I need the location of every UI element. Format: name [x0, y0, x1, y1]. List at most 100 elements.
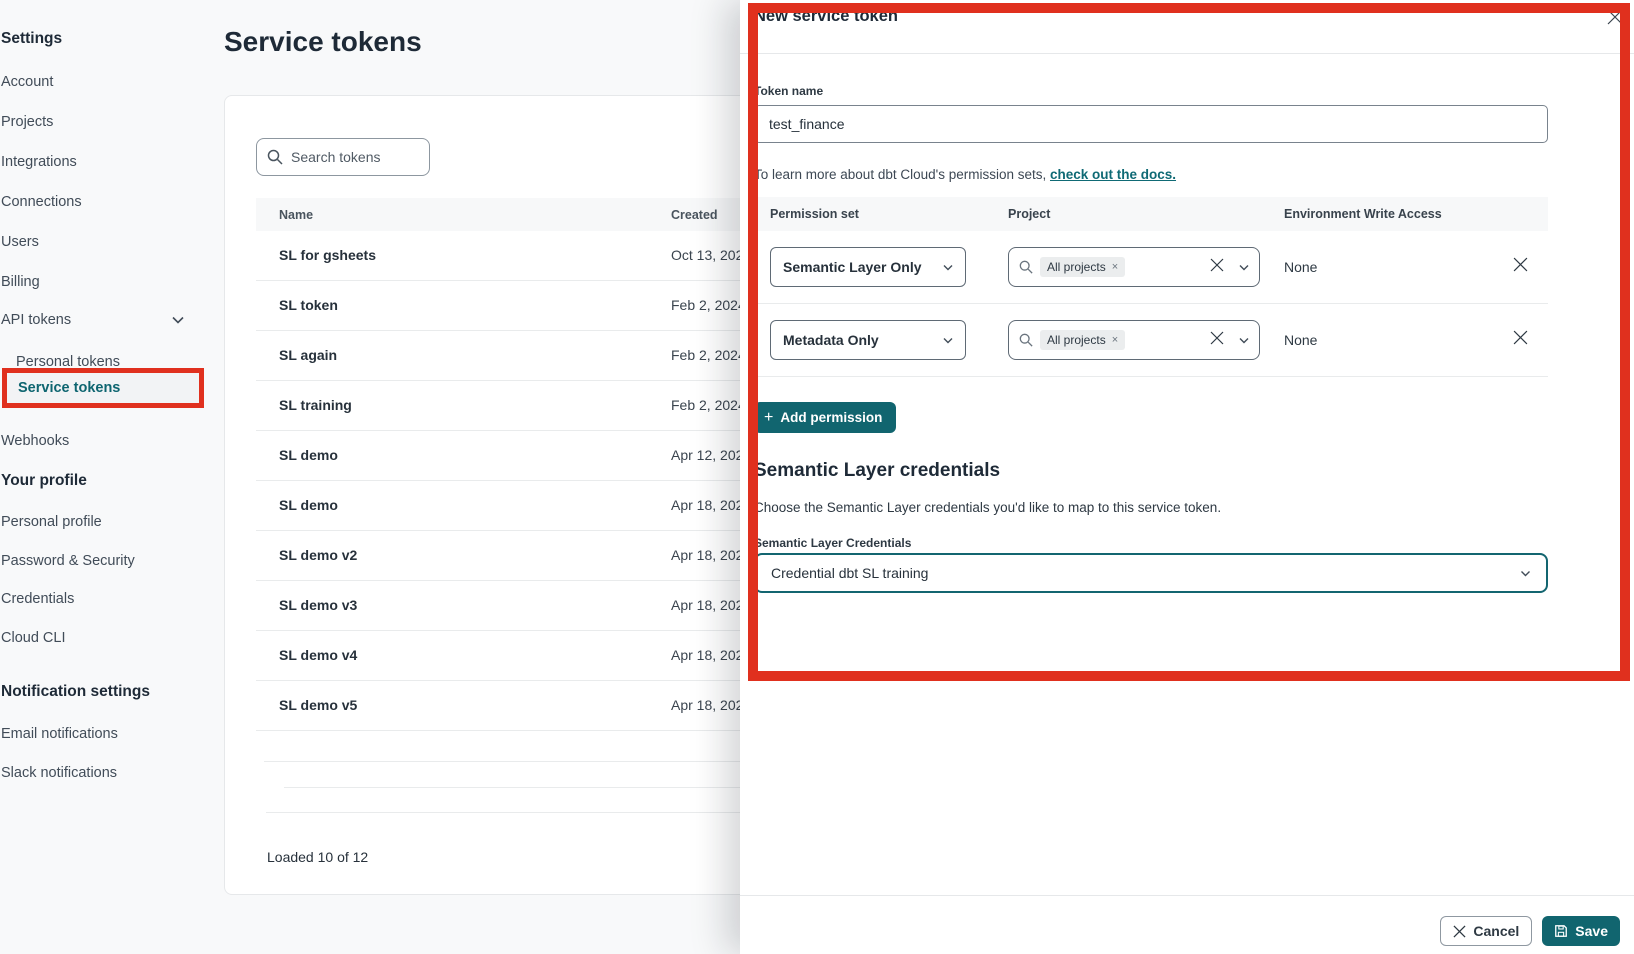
close-icon[interactable] [1605, 7, 1625, 27]
sidebar-settings-list: Account Projects Integrations Connection… [0, 62, 218, 302]
permission-row: Semantic Layer Only All projects × [754, 231, 1548, 304]
chevron-down-icon [943, 337, 953, 344]
project-combobox[interactable]: All projects × [1008, 247, 1260, 287]
sidebar-item[interactable]: Credentials [0, 580, 218, 619]
sidebar-item-service-tokens[interactable]: Service tokens [2, 368, 204, 408]
token-name-cell: SL for gsheets [279, 247, 376, 263]
sidebar-heading-settings: Settings [1, 30, 62, 48]
permission-set-value: Semantic Layer Only [783, 259, 922, 275]
permission-set-value: Metadata Only [783, 332, 879, 348]
partial-row-divider [266, 812, 744, 813]
sidebar-item[interactable]: Users [0, 222, 218, 262]
chevron-down-icon [943, 264, 953, 271]
project-chip-label: All projects [1047, 260, 1106, 274]
loaded-count-label: Loaded 10 of 12 [267, 849, 368, 865]
permission-set-select[interactable]: Semantic Layer Only [770, 247, 966, 287]
sidebar-item-label: API tokens [1, 312, 71, 328]
column-header-name: Name [279, 208, 313, 222]
partial-row-divider [284, 787, 744, 788]
search-tokens-box[interactable] [256, 138, 430, 176]
token-name-label: Token name [754, 84, 823, 98]
token-name-input[interactable] [754, 105, 1548, 143]
sidebar-item[interactable]: Personal profile [0, 503, 218, 542]
new-service-token-modal: New service token Token name To learn mo… [740, 0, 1634, 954]
cancel-label: Cancel [1473, 923, 1519, 939]
chip-remove-icon[interactable]: × [1112, 334, 1118, 346]
token-name-cell: SL demo v2 [279, 547, 357, 563]
sidebar-item[interactable]: Billing [0, 262, 218, 302]
project-combobox[interactable]: All projects × [1008, 320, 1260, 360]
token-name-cell: SL demo v5 [279, 697, 357, 713]
settings-sidebar: Settings Account Projects Integrations C… [0, 0, 218, 954]
clear-icon[interactable] [1210, 331, 1224, 350]
semantic-layer-credentials-select[interactable]: Credential dbt SL training [754, 553, 1548, 593]
token-name-cell: SL training [279, 397, 352, 413]
chevron-down-icon [1520, 570, 1531, 577]
plus-icon: + [764, 410, 773, 426]
docs-link[interactable]: check out the docs. [1050, 167, 1176, 182]
token-name-cell: SL demo [279, 497, 338, 513]
close-icon [1453, 925, 1466, 938]
semantic-layer-credentials-label: Semantic Layer Credentials [754, 536, 911, 550]
credentials-selected-value: Credential dbt SL training [771, 565, 928, 581]
token-name-cell: SL demo v4 [279, 647, 357, 663]
partial-row-divider [264, 761, 744, 762]
docs-hint: To learn more about dbt Cloud's permissi… [754, 167, 1176, 182]
docs-hint-text: To learn more about dbt Cloud's permissi… [754, 167, 1050, 182]
permission-rows: Semantic Layer Only All projects × [754, 231, 1548, 377]
search-icon [1019, 260, 1033, 274]
save-button[interactable]: Save [1542, 916, 1620, 946]
modal-header: New service token [740, 0, 1634, 54]
search-icon [267, 149, 283, 165]
save-icon [1554, 924, 1568, 938]
chevron-down-icon [172, 316, 184, 324]
column-header-created: Created [671, 208, 718, 222]
sidebar-item[interactable]: Account [0, 62, 218, 102]
sidebar-item-webhooks[interactable]: Webhooks [0, 421, 218, 461]
permission-set-select[interactable]: Metadata Only [770, 320, 966, 360]
project-chip: All projects × [1040, 330, 1125, 350]
add-permission-button[interactable]: + Add permission [754, 402, 896, 433]
search-icon [1019, 333, 1033, 347]
token-name-cell: SL demo [279, 447, 338, 463]
modal-title: New service token [754, 7, 898, 26]
save-label: Save [1575, 923, 1608, 939]
sidebar-item[interactable]: Password & Security [0, 542, 218, 581]
write-access-value: None [1284, 259, 1317, 275]
column-header-permission-set: Permission set [770, 207, 859, 221]
sidebar-item[interactable]: Cloud CLI [0, 619, 218, 658]
token-name-cell: SL demo v3 [279, 597, 357, 613]
remove-permission-icon[interactable] [1509, 326, 1532, 354]
token-name-cell: SL again [279, 347, 337, 363]
sidebar-item[interactable]: Slack notifications [0, 754, 218, 793]
chip-remove-icon[interactable]: × [1112, 261, 1118, 273]
column-header-project: Project [1008, 207, 1050, 221]
cancel-button[interactable]: Cancel [1440, 916, 1532, 946]
column-header-environment-write-access: Environment Write Access [1284, 207, 1442, 221]
sidebar-item[interactable]: Email notifications [0, 715, 218, 754]
write-access-value: None [1284, 332, 1317, 348]
project-chip: All projects × [1040, 257, 1125, 277]
search-input[interactable] [291, 149, 411, 165]
sidebar-notification-list: Email notifications Slack notifications [0, 715, 218, 792]
page-title: Service tokens [224, 26, 422, 58]
sidebar-item[interactable]: Projects [0, 102, 218, 142]
sidebar-profile-list: Personal profile Password & Security Cre… [0, 503, 218, 657]
remove-permission-icon[interactable] [1509, 253, 1532, 281]
chevron-down-icon [1239, 264, 1249, 271]
modal-footer: Cancel Save [740, 895, 1634, 954]
chevron-down-icon [1239, 337, 1249, 344]
sidebar-item[interactable]: Integrations [0, 142, 218, 182]
sidebar-item-api-tokens[interactable]: API tokens [0, 300, 218, 340]
sidebar-item-label: Service tokens [18, 380, 120, 396]
clear-icon[interactable] [1210, 258, 1224, 277]
permission-row: Metadata Only All projects × [754, 304, 1548, 377]
token-name-cell: SL token [279, 297, 338, 313]
sidebar-heading-notification-settings: Notification settings [1, 683, 150, 701]
semantic-layer-section-title: Semantic Layer credentials [754, 460, 1000, 482]
semantic-layer-section-description: Choose the Semantic Layer credentials yo… [754, 500, 1221, 515]
sidebar-item[interactable]: Connections [0, 182, 218, 222]
sidebar-heading-your-profile: Your profile [1, 472, 87, 490]
permission-table-header: Permission set Project Environment Write… [754, 197, 1548, 231]
add-permission-label: Add permission [780, 410, 882, 425]
